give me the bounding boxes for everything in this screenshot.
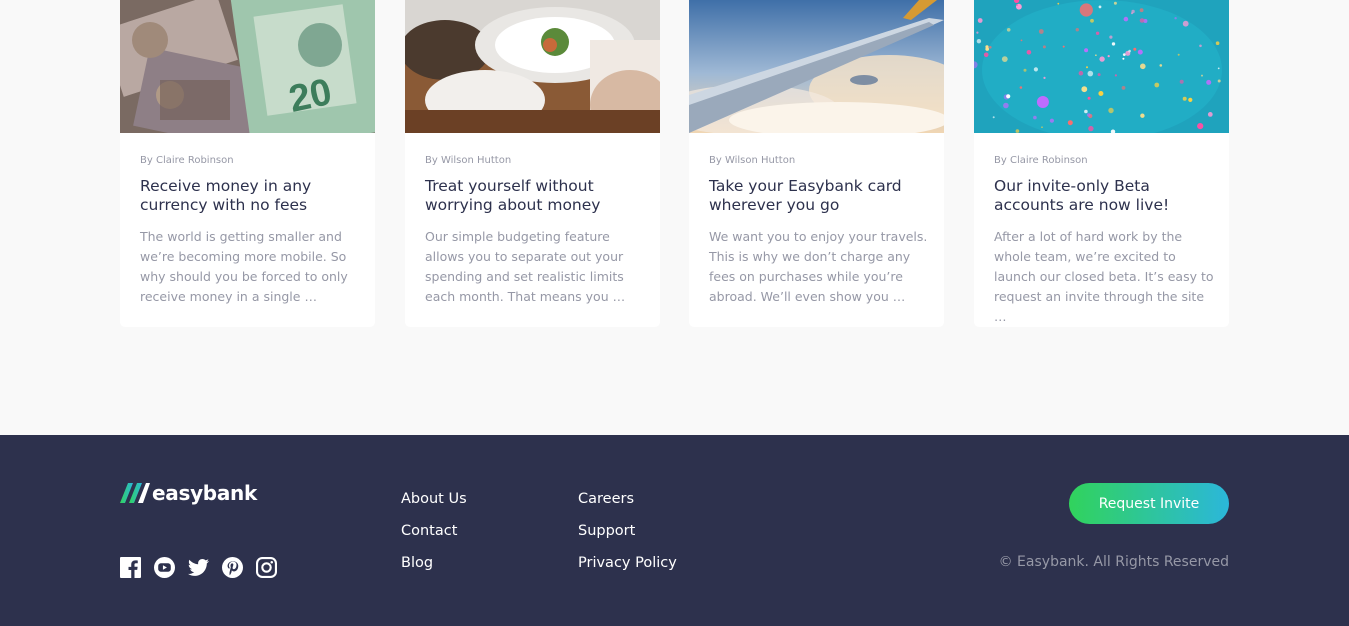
site-footer: easybank About Us Contact Blog Careers S… (0, 435, 1349, 626)
article-body: By Claire Robinson Receive money in any … (140, 133, 362, 307)
easybank-logo[interactable]: easybank (120, 481, 257, 505)
article-card[interactable]: By Wilson Hutton Treat yourself without … (405, 0, 660, 327)
article-excerpt: We want you to enjoy your travels. This … (709, 229, 928, 304)
article-title[interactable]: Treat yourself without worrying about mo… (425, 177, 647, 215)
article-excerpt: After a lot of hard work by the whole te… (994, 229, 1214, 324)
article-body: By Wilson Hutton Take your Easybank card… (709, 133, 931, 307)
article-author: By Claire Robinson (994, 155, 1088, 166)
footer-link-support[interactable]: Support (578, 522, 677, 541)
airplane-photo-icon (689, 0, 944, 133)
article-card[interactable]: By Claire Robinson Our invite-only Beta … (974, 0, 1229, 327)
article-author: By Wilson Hutton (709, 155, 796, 166)
article-body: By Wilson Hutton Treat yourself without … (425, 133, 647, 307)
article-excerpt: Our simple budgeting feature allows you … (425, 229, 626, 304)
article-title[interactable]: Our invite-only Beta accounts are now li… (994, 177, 1216, 215)
currency-photo-icon: 20 (120, 0, 375, 133)
article-card[interactable]: 20 By Claire Robinson Receive money in a… (120, 0, 375, 327)
article-author: By Wilson Hutton (425, 155, 512, 166)
footer-link-careers[interactable]: Careers (578, 490, 677, 509)
article-title[interactable]: Receive money in any currency with no fe… (140, 177, 362, 215)
pinterest-icon[interactable] (222, 557, 243, 578)
logo-text: easybank (152, 481, 257, 505)
footer-links-primary: About Us Contact Blog (401, 490, 467, 586)
footer-links-secondary: Careers Support Privacy Policy (578, 490, 677, 586)
article-image-confetti[interactable] (974, 0, 1229, 133)
restaurant-photo-icon (405, 0, 660, 133)
footer-link-blog[interactable]: Blog (401, 554, 467, 573)
request-invite-button[interactable]: Request Invite (1069, 483, 1229, 524)
articles-section: 20 By Claire Robinson Receive money in a… (120, 0, 1229, 327)
footer-link-privacy-policy[interactable]: Privacy Policy (578, 554, 677, 573)
footer-link-about-us[interactable]: About Us (401, 490, 467, 509)
article-image-currency[interactable]: 20 (120, 0, 375, 133)
article-excerpt: The world is getting smaller and we’re b… (140, 229, 348, 304)
article-author: By Claire Robinson (140, 155, 234, 166)
article-body: By Claire Robinson Our invite-only Beta … (994, 133, 1216, 327)
article-image-airplane[interactable] (689, 0, 944, 133)
twitter-icon[interactable] (188, 557, 209, 578)
facebook-icon[interactable] (120, 557, 141, 578)
article-image-restaurant[interactable] (405, 0, 660, 133)
article-title[interactable]: Take your Easybank card wherever you go (709, 177, 931, 215)
confetti-photo-icon (974, 0, 1229, 133)
copyright-text: © Easybank. All Rights Reserved (998, 554, 1229, 570)
svg-text:20: 20 (285, 71, 335, 121)
article-card[interactable]: By Wilson Hutton Take your Easybank card… (689, 0, 944, 327)
youtube-icon[interactable] (154, 557, 175, 578)
footer-link-contact[interactable]: Contact (401, 522, 467, 541)
logo-mark-icon (120, 483, 150, 503)
social-links (120, 557, 277, 578)
instagram-icon[interactable] (256, 557, 277, 578)
